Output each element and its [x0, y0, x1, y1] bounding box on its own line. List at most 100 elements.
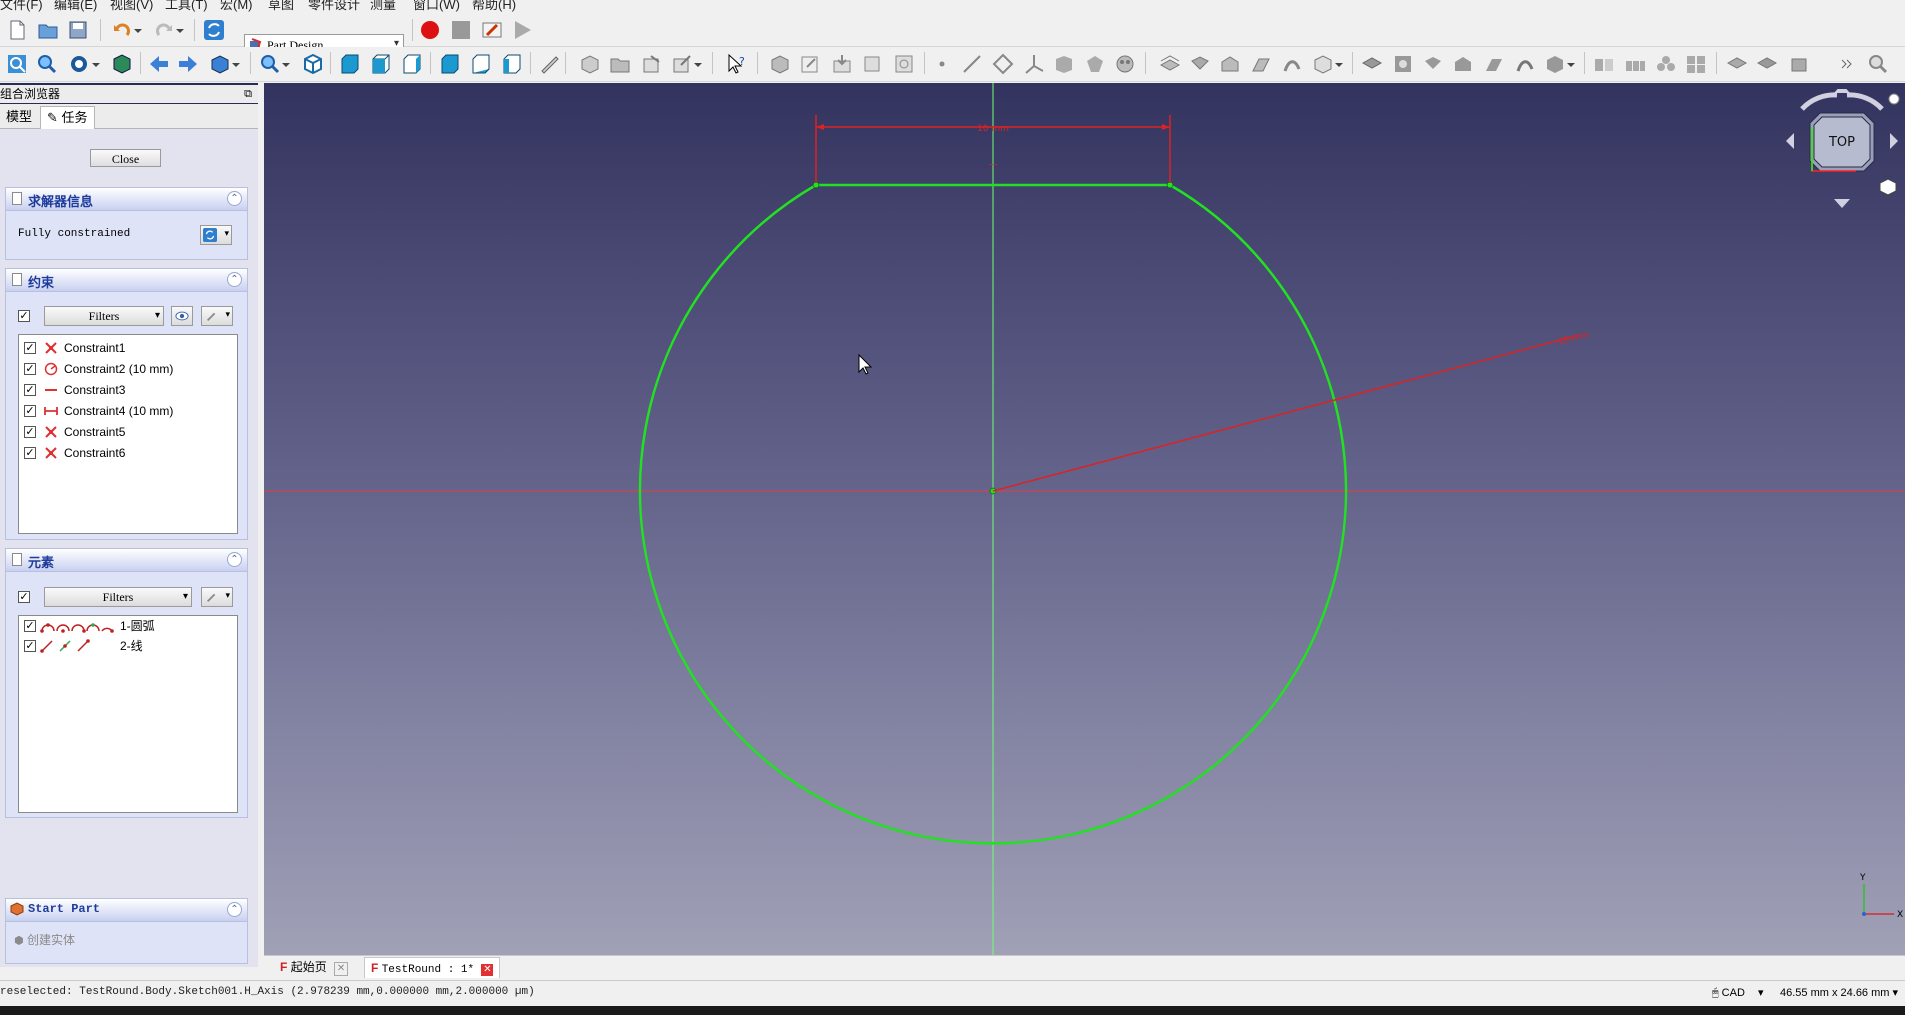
zoom-dropdown[interactable]: [280, 52, 292, 76]
save-button[interactable]: [66, 18, 90, 42]
macro-stop-button[interactable]: [449, 18, 473, 42]
3d-viewport[interactable]: 10 mm — 10 mm TOP Y X: [264, 83, 1905, 955]
edit-sketch-button[interactable]: [798, 52, 822, 76]
chamfer-button[interactable]: [1755, 52, 1779, 76]
menu-edit[interactable]: 编辑(E): [54, 0, 97, 13]
point-button[interactable]: [930, 52, 954, 76]
sketch-canvas[interactable]: 10 mm — 10 mm: [264, 83, 1905, 955]
constraint-visibility-checkbox[interactable]: ✓: [24, 342, 36, 354]
draw-style-dropdown[interactable]: [90, 52, 102, 76]
additive-helix-button[interactable]: [1280, 52, 1304, 76]
undo-dropdown[interactable]: [132, 18, 144, 42]
view-sketch-button[interactable]: [860, 52, 884, 76]
fit-all-button[interactable]: [5, 52, 29, 76]
constraint-visibility-checkbox[interactable]: ✓: [24, 363, 36, 375]
macro-record-button[interactable]: [418, 18, 442, 42]
linear-pattern-button[interactable]: [1623, 52, 1647, 76]
collapse-icon[interactable]: ⌃: [227, 552, 242, 567]
share-button[interactable]: [670, 52, 694, 76]
tab-testround[interactable]: F TestRound : 1* ✕: [364, 957, 501, 978]
element-visibility-checkbox[interactable]: ✓: [24, 620, 36, 632]
undock-icon[interactable]: ⧉: [244, 85, 252, 103]
additive-pipe-button[interactable]: [1249, 52, 1273, 76]
tab-start-page[interactable]: F 起始页 ✕: [274, 957, 354, 977]
start-part-header[interactable]: Start Part ⌃: [6, 899, 247, 922]
subtractive-pipe-button[interactable]: [1482, 52, 1506, 76]
navigation-cube[interactable]: TOP: [1782, 89, 1902, 229]
constraint-visibility-checkbox[interactable]: ✓: [24, 384, 36, 396]
create-part-button[interactable]: [608, 52, 632, 76]
groove-button[interactable]: [1421, 52, 1445, 76]
clone-button[interactable]: [1113, 52, 1137, 76]
nav-back-button[interactable]: [147, 52, 171, 76]
draft-button[interactable]: [1787, 52, 1811, 76]
constraints-select-all-checkbox[interactable]: ✓: [18, 310, 30, 322]
menu-view[interactable]: 视图(V): [110, 0, 153, 13]
view-isometric-button[interactable]: [301, 52, 325, 76]
leave-sketch-button[interactable]: [830, 52, 854, 76]
dimension-readout[interactable]: 46.55 mm x 24.66 mm ▾: [1780, 986, 1898, 999]
collapse-icon[interactable]: ⌃: [227, 191, 242, 206]
nav-forward-button[interactable]: [176, 52, 200, 76]
menu-part-design[interactable]: 零件设计: [308, 0, 360, 13]
tab-tasks[interactable]: ✎ 任务: [40, 106, 95, 129]
map-sketch-button[interactable]: [892, 52, 916, 76]
draw-style-button[interactable]: [67, 52, 91, 76]
subtractive-primitive-dropdown[interactable]: [1565, 52, 1577, 76]
element-visibility-checkbox[interactable]: ✓: [24, 640, 36, 652]
create-body-link[interactable]: ⬢ 创建实体: [14, 931, 75, 948]
view-left-button[interactable]: [500, 52, 524, 76]
mirrored-button[interactable]: [1592, 52, 1616, 76]
redo-dropdown[interactable]: [174, 18, 186, 42]
view-bottom-button[interactable]: [469, 52, 493, 76]
constraints-header[interactable]: 约束 ⌃: [6, 269, 247, 292]
whats-this-button[interactable]: ?: [725, 52, 749, 76]
menu-file[interactable]: 文件(F): [0, 0, 43, 13]
macro-edit-button[interactable]: [480, 18, 504, 42]
close-icon[interactable]: ✕: [334, 962, 349, 976]
import-button[interactable]: [640, 52, 664, 76]
solver-refresh-button[interactable]: ▾: [200, 225, 232, 245]
constraint-visibility-checkbox[interactable]: ✓: [24, 426, 36, 438]
menu-sketch[interactable]: 草图: [268, 0, 294, 13]
rotate-right-arrow-icon[interactable]: [1846, 92, 1884, 111]
arrow-right-icon[interactable]: [1890, 133, 1898, 149]
line-button[interactable]: [960, 52, 984, 76]
shape-binder-button[interactable]: [1052, 52, 1076, 76]
new-button[interactable]: [5, 18, 29, 42]
navigation-style-selector[interactable]: 🖱 CAD ▾: [1712, 986, 1764, 1000]
menu-measure[interactable]: 测量: [370, 0, 396, 13]
arrow-left-icon[interactable]: [1786, 133, 1794, 149]
view-front-button[interactable]: [338, 52, 362, 76]
mini-cube-icon[interactable]: [1879, 178, 1897, 196]
collapse-icon[interactable]: ⌃: [227, 272, 242, 287]
view-menu-icon[interactable]: [1888, 93, 1900, 105]
lcs-button[interactable]: [1022, 52, 1046, 76]
menu-tools[interactable]: 工具(T): [165, 0, 208, 13]
rotate-left-arrow-icon[interactable]: [1800, 92, 1838, 111]
radius-constraint[interactable]: 10 mm: [992, 330, 1591, 492]
subshape-binder-button[interactable]: [1083, 52, 1107, 76]
constraints-visibility-button[interactable]: [171, 306, 193, 326]
arrow-up-icon[interactable]: [1834, 89, 1850, 93]
menu-macro[interactable]: 宏(M): [220, 0, 253, 13]
plane-button[interactable]: [991, 52, 1015, 76]
tab-model[interactable]: 模型: [0, 106, 38, 128]
create-body-button[interactable]: [578, 52, 602, 76]
pad-button[interactable]: [1158, 52, 1182, 76]
additive-primitive-button[interactable]: [1311, 52, 1335, 76]
std-views-dropdown[interactable]: [230, 52, 242, 76]
menu-help[interactable]: 帮助(H): [472, 0, 516, 13]
solver-messages-header[interactable]: 求解器信息 ⌃: [6, 188, 247, 211]
additive-loft-button[interactable]: [1218, 52, 1242, 76]
open-button[interactable]: [36, 18, 60, 42]
collapse-icon[interactable]: ⌃: [227, 902, 242, 917]
multi-transform-button[interactable]: [1684, 52, 1708, 76]
constraints-filter-select[interactable]: Filters ▾: [44, 306, 164, 326]
constraint-visibility-checkbox[interactable]: ✓: [24, 405, 36, 417]
elements-header[interactable]: 元素 ⌃: [6, 549, 247, 572]
std-views-button[interactable]: [208, 52, 232, 76]
constraint-visibility-checkbox[interactable]: ✓: [24, 447, 36, 459]
close-button[interactable]: Close: [90, 149, 161, 167]
polar-pattern-button[interactable]: [1654, 52, 1678, 76]
